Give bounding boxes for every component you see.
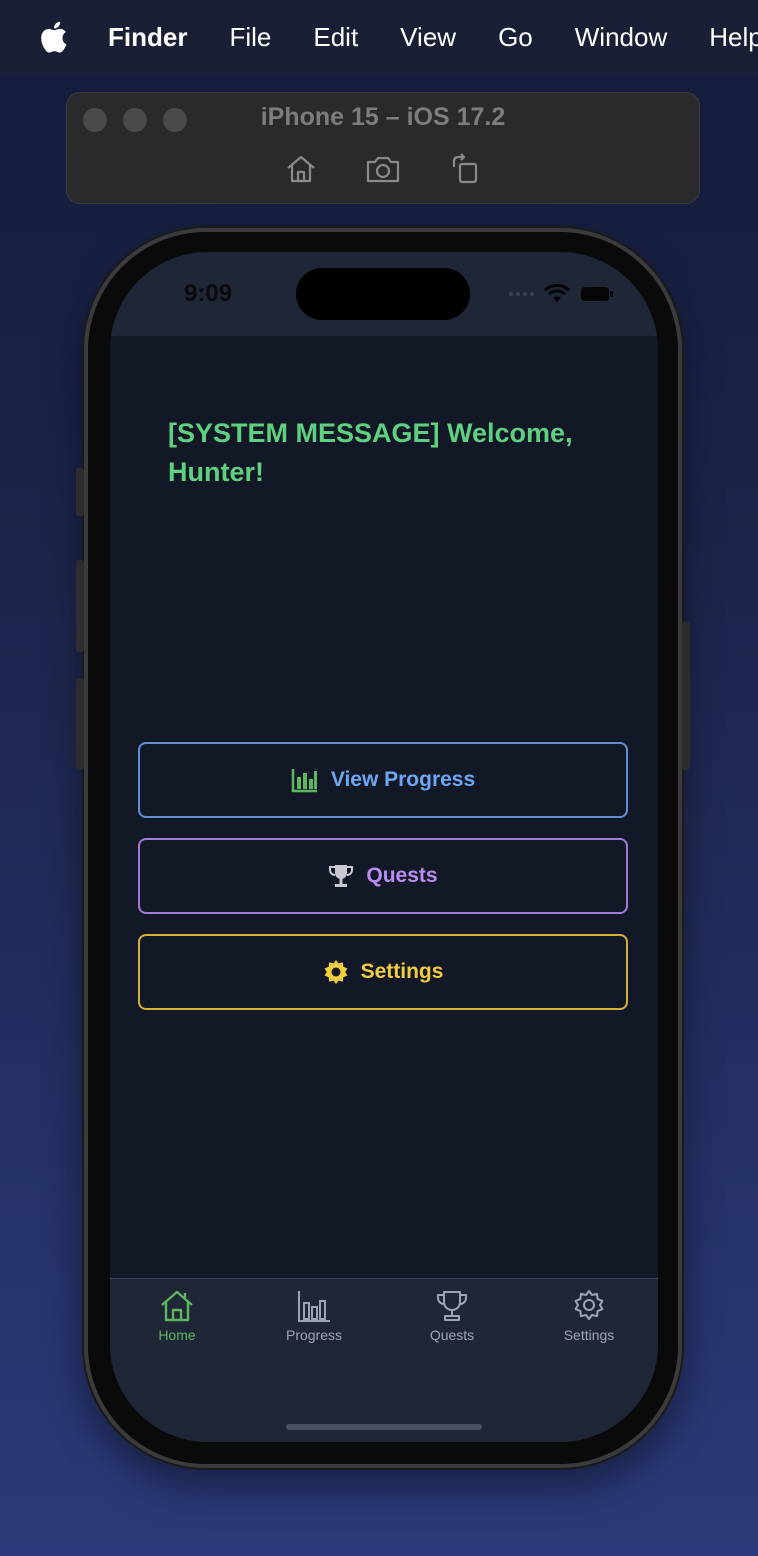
action-button — [76, 468, 84, 516]
tab-settings-label: Settings — [563, 1327, 615, 1343]
quests-label: Quests — [366, 864, 438, 887]
power-button — [682, 622, 690, 770]
volume-down-button — [76, 678, 84, 770]
home-icon[interactable] — [283, 151, 319, 187]
gear-icon — [324, 960, 347, 984]
menu-view[interactable]: View — [400, 22, 456, 53]
apple-logo-icon[interactable] — [38, 20, 68, 54]
cellular-signal-icon — [509, 292, 534, 296]
view-progress-label: View Progress — [330, 768, 476, 791]
battery-icon — [581, 287, 613, 301]
tab-progress[interactable]: Progress — [264, 1289, 364, 1343]
tab-settings[interactable]: Settings — [539, 1289, 639, 1343]
home-screen-content: [SYSTEM MESSAGE] Welcome, Hunter! View P… — [110, 336, 658, 1358]
tab-bar: Home Progress Quests Settings — [110, 1278, 658, 1442]
menu-window[interactable]: Window — [575, 22, 667, 53]
tab-home-label: Home — [158, 1327, 196, 1343]
menu-file[interactable]: File — [229, 22, 271, 53]
home-icon — [161, 1290, 193, 1322]
volume-up-button — [76, 560, 84, 652]
bar-chart-icon — [291, 769, 317, 793]
simulator-tools — [67, 151, 699, 187]
dynamic-island — [296, 268, 470, 320]
view-progress-button[interactable]: View Progress — [138, 742, 628, 818]
tab-quests[interactable]: Quests — [402, 1289, 502, 1343]
trophy-icon — [329, 865, 354, 887]
bar-chart-icon — [298, 1291, 330, 1322]
gear-icon — [574, 1290, 604, 1320]
status-time: 9:09 — [184, 280, 233, 307]
macos-menu-bar: Finder File Edit View Go Window Help — [0, 0, 758, 74]
status-icons — [508, 284, 614, 304]
welcome-message: [SYSTEM MESSAGE] Welcome, Hunter! — [168, 418, 573, 487]
tab-quests-label: Quests — [429, 1327, 475, 1343]
menu-edit[interactable]: Edit — [313, 22, 358, 53]
rotate-icon[interactable] — [447, 151, 483, 187]
screenshot-icon[interactable] — [365, 151, 401, 187]
settings-label: Settings — [360, 960, 444, 983]
wifi-icon — [544, 284, 570, 302]
simulator-window-toolbar: iPhone 15 – iOS 17.2 — [66, 92, 700, 204]
settings-button[interactable]: Settings — [138, 934, 628, 1010]
menu-finder[interactable]: Finder — [108, 22, 187, 53]
menu-go[interactable]: Go — [498, 22, 533, 53]
home-indicator[interactable] — [286, 1424, 482, 1430]
tab-progress-label: Progress — [285, 1327, 343, 1343]
iphone-screen: 9:09 [SYSTEM MESSAGE] Welcome, Hunter! V… — [110, 252, 658, 1442]
menu-help[interactable]: Help — [709, 22, 758, 53]
trophy-icon — [437, 1291, 467, 1321]
quests-button[interactable]: Quests — [138, 838, 628, 914]
tab-home[interactable]: Home — [127, 1289, 227, 1343]
status-bar: 9:09 — [110, 252, 658, 336]
simulator-title: iPhone 15 – iOS 17.2 — [260, 103, 506, 131]
